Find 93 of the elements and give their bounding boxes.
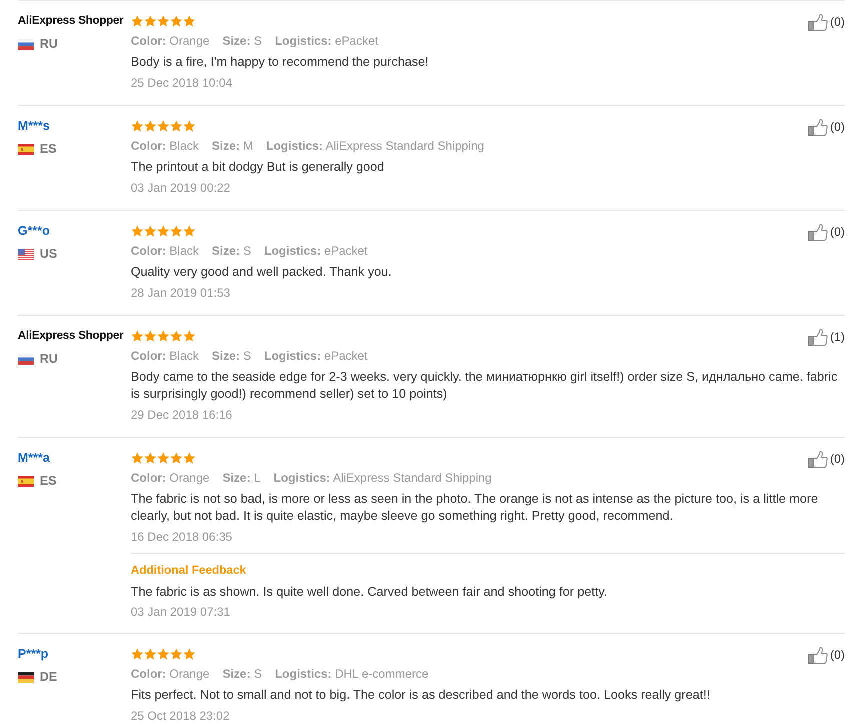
product-attribute: Size: S bbox=[212, 348, 252, 365]
star-icon bbox=[170, 330, 183, 342]
star-icon bbox=[144, 648, 157, 660]
review-date: 16 Dec 2018 06:35 bbox=[131, 529, 232, 546]
thumbs-up-icon bbox=[808, 119, 828, 136]
product-attribute: Size: L bbox=[222, 470, 261, 487]
reviewer-name: AliExpress Shopper bbox=[18, 14, 124, 29]
product-attribute: Logistics: DHL e-commerce bbox=[275, 666, 429, 683]
german-flag-icon bbox=[18, 672, 34, 683]
review-text: Body came to the seaside edge for 2-3 weeks. very quickly. the миниатюрнкю girl itself!) order size S, иднлально came. fabric is surprisingly good!) recommend seller) set to 10 points) bbox=[131, 369, 839, 403]
star-icon bbox=[170, 452, 183, 464]
star-icon bbox=[131, 14, 144, 28]
star-icon bbox=[170, 120, 183, 132]
feedback-date: 03 Jan 2019 07:31 bbox=[131, 604, 230, 621]
star-icon bbox=[131, 452, 144, 464]
star-icon bbox=[157, 452, 170, 464]
thumbs-up-icon bbox=[808, 647, 828, 664]
star-icon bbox=[183, 452, 196, 464]
product-attribute: Size: M bbox=[212, 138, 254, 155]
country-code: RU bbox=[40, 351, 58, 368]
reviewer-name[interactable]: P***p bbox=[18, 644, 49, 664]
star-icon bbox=[183, 330, 196, 342]
star-icon bbox=[144, 452, 157, 464]
review-date: 03 Jan 2019 00:22 bbox=[131, 180, 230, 197]
star-icon bbox=[131, 648, 144, 660]
star-icon bbox=[157, 14, 170, 28]
star-icon bbox=[144, 224, 157, 238]
country-code: DE bbox=[40, 669, 58, 686]
product-attribute: Logistics: AliExpress Standard Shipping bbox=[266, 138, 484, 155]
star-icon bbox=[144, 120, 157, 132]
review-text: The fabric is not so bad, is more or less as seen in the photo. The orange is not as intense as the picture too, is a little more clearly, but not bad. It is quite elastic, maybe sleeve go something right. Pretty good, recommend. bbox=[131, 491, 820, 525]
product-attribute: Color: Black bbox=[131, 348, 200, 365]
country-code: US bbox=[40, 246, 58, 263]
review-text: The printout a bit dodgy But is generally good bbox=[131, 159, 386, 176]
product-attribute: Logistics: ePacket bbox=[264, 243, 368, 260]
product-attribute: Color: Orange bbox=[131, 33, 210, 50]
star-icon bbox=[157, 120, 170, 132]
product-attribute: Size: S bbox=[222, 666, 262, 683]
star-icon bbox=[183, 120, 196, 132]
like-button[interactable]: (0) bbox=[808, 647, 845, 664]
product-attribute: Color: Black bbox=[131, 243, 200, 260]
review-date: 29 Dec 2018 16:16 bbox=[131, 407, 232, 424]
star-icon bbox=[131, 330, 144, 342]
star-icon bbox=[131, 224, 144, 238]
star-icon bbox=[131, 120, 144, 132]
feedback-title: Additional Feedback bbox=[131, 562, 246, 579]
like-button[interactable]: (1) bbox=[808, 329, 845, 346]
review-date: 25 Oct 2018 23:02 bbox=[131, 708, 230, 725]
star-icon bbox=[170, 14, 183, 28]
star-icon bbox=[170, 648, 183, 660]
reviewer-name[interactable]: G***o bbox=[18, 221, 50, 241]
spanish-flag-icon bbox=[18, 476, 34, 487]
reviewer-name: AliExpress Shopper bbox=[18, 329, 124, 344]
product-attribute: Color: Orange bbox=[131, 666, 210, 683]
star-icon bbox=[170, 224, 183, 238]
review-text: Fits perfect. Not to small and not to big. The color is as described and the words too. Looks really great!! bbox=[131, 687, 712, 704]
product-attribute: Logistics: AliExpress Standard Shipping bbox=[274, 470, 492, 487]
star-icon bbox=[183, 14, 196, 28]
star-icon bbox=[144, 330, 157, 342]
product-attribute: Logistics: ePacket bbox=[264, 348, 368, 365]
country-code: RU bbox=[40, 36, 58, 53]
product-attribute: Size: S bbox=[212, 243, 252, 260]
thumbs-up-icon bbox=[808, 224, 828, 241]
like-button[interactable]: (0) bbox=[808, 224, 845, 241]
country-code: ES bbox=[40, 473, 57, 490]
like-button[interactable]: (0) bbox=[808, 451, 845, 468]
like-button[interactable]: (0) bbox=[808, 14, 845, 31]
us-flag-icon bbox=[18, 249, 34, 260]
product-attribute: Color: Orange bbox=[131, 470, 210, 487]
russian-flag-icon bbox=[18, 39, 34, 50]
product-attribute: Logistics: ePacket bbox=[275, 33, 378, 50]
thumbs-up-icon bbox=[808, 14, 828, 31]
reviewer-name[interactable]: M***a bbox=[18, 448, 50, 468]
review-text: Body is a fire, I'm happy to recommend the purchase! bbox=[131, 54, 430, 71]
star-icon bbox=[157, 648, 170, 660]
feedback-text: The fabric is as shown. Is quite well done. Carved between fair and shooting for petty. bbox=[131, 584, 608, 601]
thumbs-up-icon bbox=[808, 329, 828, 346]
review-date: 28 Jan 2019 01:53 bbox=[131, 285, 230, 302]
spanish-flag-icon bbox=[18, 144, 34, 155]
review-date: 25 Dec 2018 10:04 bbox=[131, 75, 232, 92]
star-icon bbox=[157, 224, 170, 238]
star-icon bbox=[144, 14, 157, 28]
review-text: Quality very good and well packed. Thank you. bbox=[131, 264, 393, 281]
star-icon bbox=[183, 224, 196, 238]
thumbs-up-icon bbox=[808, 451, 828, 468]
product-attribute: Color: Black bbox=[131, 138, 200, 155]
like-button[interactable]: (0) bbox=[808, 119, 845, 136]
star-icon bbox=[183, 648, 196, 660]
reviewer-name[interactable]: M***s bbox=[18, 116, 50, 136]
product-attribute: Size: S bbox=[222, 33, 262, 50]
star-icon bbox=[157, 330, 170, 342]
russian-flag-icon bbox=[18, 354, 34, 365]
country-code: ES bbox=[40, 141, 57, 158]
